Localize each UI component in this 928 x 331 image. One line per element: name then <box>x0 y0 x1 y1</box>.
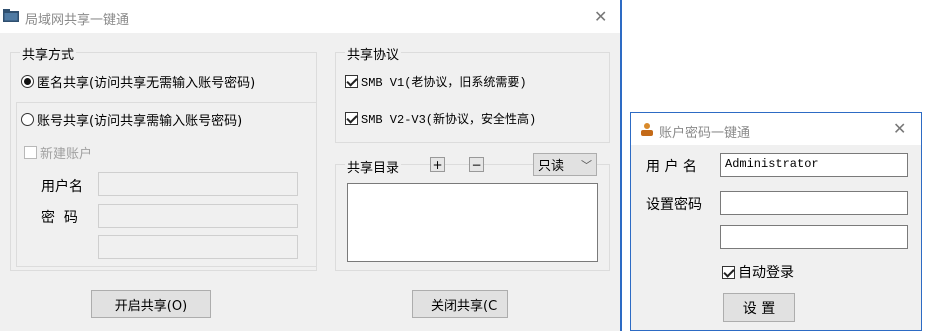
login-password-label: 设置密码 <box>646 197 702 213</box>
protocol-legend: 共享协议 <box>345 44 402 63</box>
login-username-field[interactable]: Administrator <box>720 153 908 177</box>
share-dir-legend: 共享目录 <box>345 157 402 176</box>
auto-login-label: 自动登录 <box>738 265 794 281</box>
protocol-group <box>335 52 610 143</box>
share-mode-legend: 共享方式 <box>20 44 77 63</box>
share-window-title: 局域网共享一键通 <box>25 13 130 28</box>
smb23-label: SMB V2-V3(新协议，安全性高) <box>361 113 537 127</box>
new-account-checkbox[interactable]: 新建账户 <box>24 143 92 162</box>
close-icon[interactable]: ✕ <box>893 121 906 137</box>
smb1-checkbox[interactable]: SMB V1(老协议，旧系统需要) <box>345 73 527 90</box>
anonymous-share-radio[interactable]: 匿名共享(访问共享无需输入账号密码) <box>21 72 255 91</box>
account-share-radio[interactable]: 账号共享(访问共享需输入账号密码) <box>21 110 245 129</box>
chevron-down-icon: ﹀ <box>581 159 592 172</box>
checkbox-indicator <box>24 146 37 159</box>
login-password-field[interactable] <box>720 191 908 215</box>
start-share-button[interactable]: 开启共享(O) <box>91 290 211 318</box>
share-username-field[interactable] <box>98 172 298 196</box>
username-label: 用户名 <box>41 179 83 195</box>
checkbox-indicator <box>345 75 358 88</box>
anonymous-share-label: 匿名共享(访问共享无需输入账号密码) <box>37 76 256 91</box>
login-password-confirm-field[interactable] <box>720 225 908 249</box>
account-share-label: 账号共享(访问共享需输入账号密码) <box>37 114 243 129</box>
stop-share-button[interactable]: 关闭共享(C <box>412 290 508 318</box>
share-directory-list[interactable] <box>347 183 598 262</box>
share-password-confirm-field[interactable] <box>98 235 298 259</box>
auto-login-checkbox[interactable]: 自动登录 <box>722 262 794 282</box>
share-window: 局域网共享一键通 ✕ 共享方式 匿名共享(访问共享无需输入账号密码) 账号共享(… <box>0 0 622 331</box>
login-username-label: 用 户 名 <box>646 159 697 175</box>
new-account-label: 新建账户 <box>40 147 93 162</box>
close-icon[interactable]: ✕ <box>594 9 607 25</box>
smb23-checkbox[interactable]: SMB V2-V3(新协议，安全性高) <box>345 110 536 127</box>
login-window: 账户密码一键通 ✕ 用 户 名 Administrator 设置密码 自动登录 … <box>630 112 922 331</box>
smb1-label: SMB V1(老协议，旧系统需要) <box>361 76 527 90</box>
user-icon <box>640 122 654 140</box>
checkbox-indicator <box>345 112 358 125</box>
share-window-titlebar: 局域网共享一键通 ✕ <box>0 0 620 33</box>
remove-directory-button[interactable]: − <box>469 157 484 172</box>
radio-indicator <box>21 113 34 126</box>
radio-indicator <box>21 75 34 88</box>
folder-icon <box>3 9 19 27</box>
login-window-title: 账户密码一键通 <box>659 126 751 141</box>
checkbox-indicator <box>722 265 735 279</box>
login-window-titlebar: 账户密码一键通 ✕ <box>631 113 921 145</box>
permission-value: 只读 <box>538 159 565 174</box>
password-label: 密 码 <box>41 210 78 226</box>
set-button[interactable]: 设 置 <box>723 293 795 322</box>
share-password-field[interactable] <box>98 204 298 228</box>
permission-select[interactable]: 只读 ﹀ <box>533 153 597 176</box>
add-directory-button[interactable]: + <box>430 157 445 172</box>
